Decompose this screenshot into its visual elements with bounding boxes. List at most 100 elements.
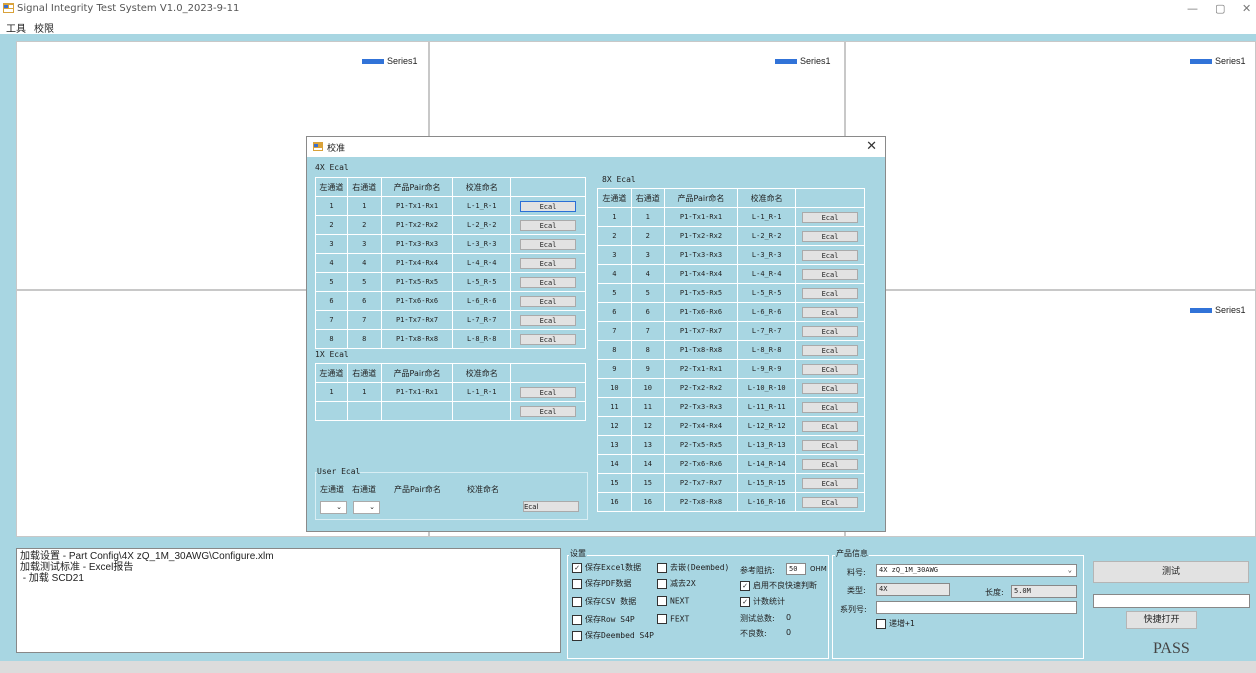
checkbox-save-excel[interactable]: ✓ 保存Excel数据 [572, 562, 641, 573]
checkbox-box[interactable] [572, 596, 582, 607]
menu-tools[interactable]: 工具 [6, 20, 26, 35]
checkbox-save-csv[interactable]: 保存CSV 数据 [572, 596, 636, 607]
left-channel-cell: 7 [315, 310, 348, 330]
part-number-select[interactable]: 4X zQ_1M_30AWG ⌄ [876, 564, 1077, 577]
action-cell: Ecal [795, 302, 865, 322]
action-cell: Ecal [510, 196, 586, 216]
ecal-button[interactable]: ECal [802, 382, 859, 394]
checkbox-box[interactable]: ✓ [740, 580, 750, 591]
ecal-button[interactable]: Ecal [802, 249, 859, 261]
ecal-button[interactable]: ECal [802, 458, 859, 470]
chart-panel-3[interactable]: Series1 [845, 41, 1256, 290]
ref-impedance-input[interactable]: 50 [786, 563, 806, 575]
checkbox-next[interactable]: NEXT [657, 596, 689, 606]
ecal-button[interactable]: Ecal [520, 238, 577, 250]
ecal-button[interactable]: Ecal [520, 405, 577, 417]
ecal-button[interactable]: Ecal [802, 211, 859, 223]
checkbox-label: 减去2X [670, 579, 696, 588]
ecal-button[interactable]: Ecal [520, 219, 577, 231]
checkbox-save-pdf[interactable]: 保存PDF数据 [572, 578, 631, 589]
left-channel-cell: 4 [315, 253, 348, 273]
pair-name-cell: P1-Tx4-Rx4 [380, 253, 454, 273]
action-cell: Ecal [510, 310, 586, 330]
ecal-button[interactable]: ECal [802, 439, 859, 451]
table-row: 1 1 P1-Tx1-Rx1 L-1_R-1 Ecal [597, 207, 865, 227]
checkbox-box[interactable] [657, 578, 667, 589]
left-channel-cell: 4 [597, 264, 632, 284]
total-label: 测试总数: [740, 614, 775, 623]
checkbox-box[interactable] [876, 618, 886, 629]
ecal-button[interactable]: Ecal [520, 200, 577, 212]
ecal-button[interactable]: ECal [802, 363, 859, 375]
table-row: 10 10 P2-Tx2-Rx2 L-10_R-10 ECal [597, 378, 865, 398]
minimize-button[interactable]: — [1187, 2, 1198, 15]
checkbox-fext[interactable]: FEXT [657, 614, 689, 624]
checkbox-box[interactable] [572, 578, 582, 589]
header-cal-name: 校准命名 [452, 363, 512, 383]
ecal-button[interactable]: Ecal [802, 268, 859, 280]
checkbox-box[interactable] [657, 614, 667, 624]
action-cell: Ecal [510, 215, 586, 235]
ecal-button[interactable]: Ecal [802, 344, 859, 356]
ecal-button[interactable]: Ecal [520, 295, 577, 307]
left-channel-cell: 3 [315, 234, 348, 254]
ecal-button[interactable]: Ecal [802, 230, 859, 242]
maximize-button[interactable]: ▢ [1215, 2, 1225, 15]
ecal-button[interactable]: Ecal [520, 333, 577, 345]
checkbox-count-stats[interactable]: ✓ 计数统计 [740, 596, 785, 607]
ecal-button[interactable]: ECal [802, 401, 859, 413]
header-left-channel: 左通道 [315, 363, 348, 383]
ecal-button[interactable]: Ecal [802, 306, 859, 318]
ecal-button[interactable]: Ecal [520, 257, 577, 269]
pair-name-cell: P1-Tx1-Rx1 [663, 207, 739, 227]
pair-name-cell: P1-Tx5-Rx5 [663, 283, 739, 303]
checkbox-subtract-2x[interactable]: 减去2X [657, 578, 696, 589]
chart-panel-6[interactable]: Series1 [845, 290, 1256, 537]
checkbox-box[interactable] [657, 596, 667, 606]
user-left-channel-select[interactable]: ⌄ [320, 501, 347, 514]
serial-input[interactable] [876, 601, 1077, 614]
cal-name-cell: L-6_R-6 [452, 291, 512, 311]
action-cell: Ecal [510, 401, 586, 421]
ecal-button[interactable]: Ecal [802, 325, 859, 337]
ecal-button[interactable]: Ecal [520, 314, 577, 326]
left-channel-cell: 5 [315, 272, 348, 292]
checkbox-save-deembed-s4p[interactable]: 保存Deembed S4P [572, 630, 654, 641]
checkbox-box[interactable]: ✓ [572, 562, 582, 573]
ecal-button[interactable]: Ecal [520, 276, 577, 288]
ecal-button[interactable]: ECal [802, 420, 859, 432]
right-channel-cell: 6 [630, 302, 665, 322]
dialog-close-button[interactable]: ✕ [866, 139, 877, 154]
user-ecal-button[interactable]: Ecal [523, 501, 579, 512]
checkbox-box[interactable]: ✓ [740, 596, 750, 607]
table-row: 9 9 P2-Tx1-Rx1 L-9_R-9 ECal [597, 359, 865, 379]
title-bar: Signal Integrity Test System V1.0_2023-9… [0, 0, 1256, 18]
menu-calibration[interactable]: 校限 [34, 20, 54, 35]
menu-bar: 工具 校限 [0, 18, 1256, 35]
checkbox-box[interactable] [657, 562, 667, 573]
pair-name-cell: P1-Tx2-Rx2 [663, 226, 739, 246]
left-channel-cell: 7 [597, 321, 632, 341]
action-cell: ECal [795, 454, 865, 474]
ecal-button[interactable]: ECal [802, 477, 859, 489]
table-row: Ecal [315, 401, 586, 421]
result-input[interactable] [1093, 594, 1250, 608]
table-8x-ecal: 左通道 右通道 产品Pair命名 校准命名 1 1 P1-Tx1-Rx1 L-1_R-1 Ec… [597, 188, 865, 512]
ecal-button[interactable]: Ecal [520, 386, 577, 398]
ecal-button[interactable]: ECal [802, 496, 859, 508]
cal-name-cell: L-5_R-5 [452, 272, 512, 292]
checkbox-box[interactable] [572, 614, 582, 625]
cal-name-cell: L-7_R-7 [452, 310, 512, 330]
user-right-channel-select[interactable]: ⌄ [353, 501, 380, 514]
checkbox-box[interactable] [572, 630, 582, 641]
checkbox-fast-judge[interactable]: ✓ 启用不良快速判断 [740, 580, 817, 591]
checkbox-increment[interactable]: 递增+1 [876, 618, 915, 629]
ecal-button[interactable]: Ecal [802, 287, 859, 299]
checkbox-deembed[interactable]: 去嵌(Deembed) [657, 562, 729, 573]
checkbox-save-row-s4p[interactable]: 保存Row S4P [572, 614, 635, 625]
window-title: Signal Integrity Test System V1.0_2023-9… [17, 3, 240, 14]
test-button[interactable]: 测试 [1093, 561, 1249, 583]
quick-open-button[interactable]: 快捷打开 [1126, 611, 1197, 629]
close-button[interactable]: ✕ [1242, 2, 1251, 15]
log-output[interactable]: 加载设置 - Part Config\4X zQ_1M_30AWG\Config… [16, 548, 561, 653]
